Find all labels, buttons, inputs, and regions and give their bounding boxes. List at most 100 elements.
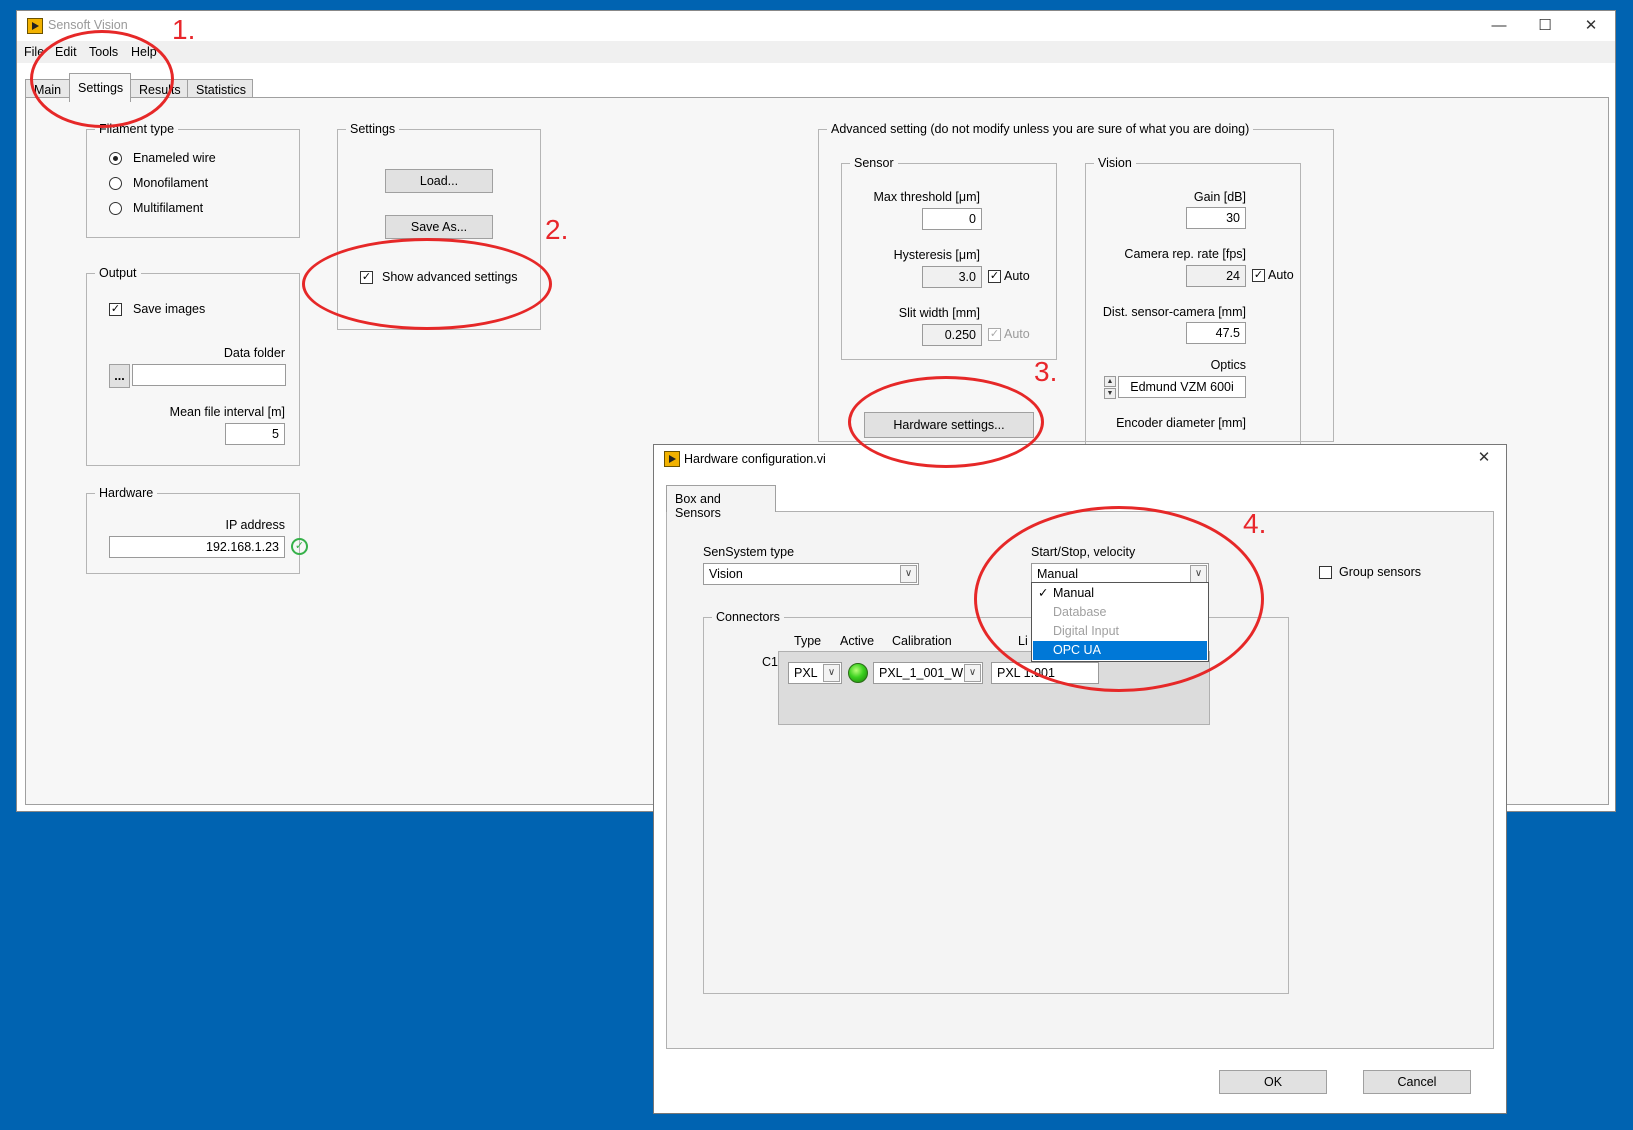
sensystem-type-select[interactable]: Vision	[703, 563, 919, 585]
advanced-legend: Advanced setting (do not modify unless y…	[831, 122, 1250, 136]
checkmark-icon: ✓	[1038, 586, 1049, 600]
window-title: Sensoft Vision	[48, 18, 128, 32]
start-stop-label: Start/Stop, velocity	[1031, 545, 1136, 559]
dialog-close-icon[interactable]: ✕	[1464, 447, 1504, 469]
hardware-config-dialog: Hardware configuration.vi ✕ Box and Sens…	[653, 444, 1507, 1114]
hysteresis-input[interactable]: 3.0	[922, 266, 982, 288]
maximize-icon[interactable]: ☐	[1523, 15, 1567, 37]
minimize-icon[interactable]: —	[1477, 15, 1521, 37]
sensor-legend: Sensor	[854, 156, 894, 170]
slit-width-auto-checkbox: ✓	[988, 328, 1001, 341]
option-manual[interactable]: ✓ Manual	[1033, 584, 1207, 603]
camera-rate-label: Camera rep. rate [fps]	[1124, 247, 1246, 261]
label-multifilament: Multifilament	[133, 201, 204, 215]
save-images-label: Save images	[133, 302, 206, 316]
sensor-group: Sensor Max threshold [μm] 0 Hysteresis […	[841, 156, 1057, 360]
calibration-chevron-down-icon[interactable]: ∨	[964, 664, 981, 682]
mean-interval-input[interactable]: 5	[225, 423, 285, 445]
label-monofilament: Monofilament	[133, 176, 209, 190]
advanced-group: Advanced setting (do not modify unless y…	[818, 122, 1334, 456]
label-enameled-wire: Enameled wire	[133, 151, 216, 165]
hardware-settings-button[interactable]: Hardware settings...	[864, 412, 1034, 438]
app-icon	[27, 18, 43, 34]
optics-down-icon[interactable]: ▼	[1104, 388, 1116, 399]
hysteresis-label: Hysteresis [μm]	[893, 248, 980, 262]
header-calibration: Calibration	[892, 634, 952, 648]
sensystem-chevron-down-icon[interactable]: ∨	[900, 565, 917, 583]
hysteresis-auto-label: Auto	[1004, 269, 1030, 283]
start-stop-options: ✓ Manual Database Digital Input OPC UA	[1031, 582, 1209, 662]
gain-input[interactable]: 30	[1186, 207, 1246, 229]
optics-up-icon[interactable]: ▲	[1104, 376, 1116, 387]
load-button[interactable]: Load...	[385, 169, 493, 193]
connectors-legend: Connectors	[716, 610, 780, 624]
save-images-checkbox[interactable]: ✓	[109, 303, 122, 316]
filament-type-legend: Filament type	[99, 122, 175, 136]
close-icon[interactable]: ✕	[1569, 15, 1613, 37]
radio-enameled-wire[interactable]	[109, 152, 122, 165]
group-sensors-label: Group sensors	[1339, 565, 1421, 579]
output-legend: Output	[99, 266, 137, 280]
connector-li-input[interactable]: PXL 1.001	[991, 662, 1099, 684]
slit-width-auto-label: Auto	[1004, 327, 1030, 341]
dialog-title: Hardware configuration.vi	[684, 452, 826, 466]
filament-type-group: Filament type Enameled wire Monofilament…	[86, 122, 300, 238]
tab-settings[interactable]: Settings	[69, 73, 131, 102]
browse-button[interactable]: ...	[109, 364, 130, 388]
vision-legend: Vision	[1098, 156, 1132, 170]
ip-address-input[interactable]: 192.168.1.23	[109, 536, 285, 558]
show-advanced-checkbox[interactable]: ✓	[360, 271, 373, 284]
sensystem-type-label: SenSystem type	[703, 545, 795, 559]
menu-bar: File Edit Tools Help	[17, 41, 1615, 63]
menu-help[interactable]: Help	[131, 45, 157, 59]
group-sensors-checkbox[interactable]	[1319, 566, 1332, 579]
max-threshold-label: Max threshold [μm]	[873, 190, 980, 204]
active-indicator-icon	[848, 663, 868, 683]
option-manual-label: Manual	[1053, 586, 1094, 600]
slit-width-input[interactable]: 0.250	[922, 324, 982, 346]
max-threshold-input[interactable]: 0	[922, 208, 982, 230]
settings-legend: Settings	[350, 122, 396, 136]
output-group: Output ✓ Save images Data folder ... Mea…	[86, 266, 300, 466]
radio-monofilament[interactable]	[109, 177, 122, 190]
annotation-4: 4.	[1243, 508, 1267, 539]
mean-interval-label: Mean file interval [m]	[169, 405, 285, 419]
box-and-sensors-panel: SenSystem type Vision ∨ Start/Stop, velo…	[666, 511, 1494, 1049]
cancel-button[interactable]: Cancel	[1363, 1070, 1471, 1094]
connection-ok-icon: ✓	[291, 538, 308, 555]
hardware-legend: Hardware	[99, 486, 154, 500]
show-advanced-label: Show advanced settings	[382, 270, 518, 284]
start-stop-chevron-down-icon[interactable]: ∨	[1190, 565, 1207, 583]
menu-file[interactable]: File	[24, 45, 44, 59]
data-folder-input[interactable]	[132, 364, 286, 386]
gain-label: Gain [dB]	[1193, 190, 1246, 204]
hysteresis-auto-checkbox[interactable]: ✓	[988, 270, 1001, 283]
camera-rate-auto-checkbox[interactable]: ✓	[1252, 269, 1265, 282]
connector-c1-row: PXL ∨ PXL_1_001_W ∨ PXL 1.001	[778, 651, 1210, 725]
connectors-group: Connectors Type Active Calibration Li C1…	[703, 610, 1289, 994]
header-active: Active	[840, 634, 875, 648]
tab-box-and-sensors[interactable]: Box and Sensors	[666, 485, 776, 520]
settings-group: Settings Load... Save As... ✓ Show advan…	[337, 122, 541, 330]
menu-edit[interactable]: Edit	[55, 45, 77, 59]
radio-multifilament[interactable]	[109, 202, 122, 215]
dialog-app-icon	[664, 451, 680, 467]
connector-type-chevron-down-icon[interactable]: ∨	[823, 664, 840, 682]
dist-sensor-camera-input[interactable]: 47.5	[1186, 322, 1246, 344]
option-opc-ua[interactable]: OPC UA	[1033, 641, 1207, 660]
optics-label: Optics	[1210, 358, 1246, 372]
slit-width-label: Slit width [mm]	[898, 306, 980, 320]
annotation-3: 3.	[1034, 356, 1058, 387]
optics-input[interactable]: Edmund VZM 600i	[1118, 376, 1246, 398]
encoder-diameter-label: Encoder diameter [mm]	[1116, 416, 1246, 430]
save-as-button[interactable]: Save As...	[385, 215, 493, 239]
camera-rate-input[interactable]: 24	[1186, 265, 1246, 287]
annotation-1: 1.	[172, 14, 196, 45]
dist-sensor-camera-label: Dist. sensor-camera [mm]	[1102, 305, 1246, 319]
option-database: Database	[1053, 605, 1107, 619]
option-digital-input: Digital Input	[1053, 624, 1120, 638]
menu-tools[interactable]: Tools	[89, 45, 118, 59]
camera-rate-auto-label: Auto	[1268, 268, 1294, 282]
title-bar: Sensoft Vision — ☐ ✕	[17, 11, 1615, 41]
ok-button[interactable]: OK	[1219, 1070, 1327, 1094]
